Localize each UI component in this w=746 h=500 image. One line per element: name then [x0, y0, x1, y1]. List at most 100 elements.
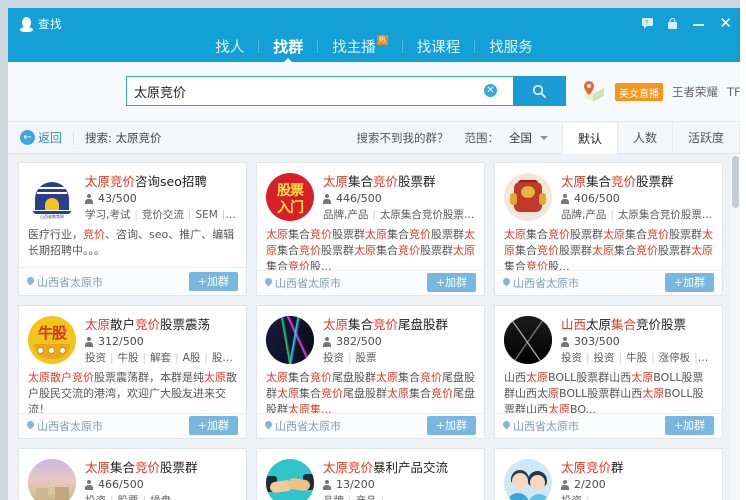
clear-search-icon[interactable]: ✕: [484, 84, 497, 97]
group-tag[interactable]: 产品: [356, 495, 377, 500]
group-avatar[interactable]: 牛股: [28, 316, 76, 364]
sort-tab-member-count[interactable]: 人数: [616, 122, 672, 153]
group-tag[interactable]: 品牌: [323, 495, 344, 500]
title-plain: 股票群: [398, 174, 436, 189]
group-title[interactable]: 山西太原集合竞价股票: [561, 317, 713, 332]
group-avatar[interactable]: [266, 316, 314, 364]
join-group-button[interactable]: +加群: [426, 273, 476, 293]
results-area[interactable]: 山西省教育网太原竞价咨询seo招聘43/500学习,考试|竞价交流|SEM|百度…: [8, 154, 740, 500]
group-avatar[interactable]: [28, 459, 76, 500]
group-tag[interactable]: 牛股: [626, 352, 647, 364]
group-title[interactable]: 太原集合竞价股票群: [85, 460, 237, 475]
join-group-button[interactable]: +加群: [188, 272, 238, 291]
group-result-card[interactable]: 股票入门太原集合竞价股票群446/500品牌,产品|太原集合竞价股票|太...太…: [256, 162, 485, 296]
group-tag[interactable]: ...: [388, 495, 398, 500]
searched-keyword-label: 搜索: 太原竞价: [85, 130, 162, 145]
group-tag[interactable]: 股民: [212, 352, 233, 364]
group-description: 太原集合竞价股票群太原集合竞价股票群太原集合竞价股票群太原集合竞价股票群太原集合…: [257, 223, 484, 270]
desc-segment: 股票群: [321, 244, 354, 257]
group-tag[interactable]: 太原集合竞价股票: [380, 209, 475, 221]
join-group-button[interactable]: +加群: [426, 416, 476, 436]
group-tag[interactable]: 投资: [561, 352, 582, 364]
search-button[interactable]: [513, 76, 566, 106]
lock-icon[interactable]: [667, 18, 678, 29]
group-tag[interactable]: 股票: [118, 495, 139, 500]
map-pin-icon[interactable]: [580, 80, 606, 104]
group-tag[interactable]: 操盘...: [150, 495, 181, 500]
group-title[interactable]: 太原集合竞价股票群: [561, 174, 713, 189]
group-title[interactable]: 太原集合竞价股票群: [323, 174, 475, 189]
close-button[interactable]: ✕: [719, 16, 732, 31]
desc-segment: 股...: [310, 260, 332, 270]
nav-tab-find-group[interactable]: 找群: [259, 36, 317, 62]
group-title[interactable]: 太原竞价群: [561, 460, 713, 475]
group-tag[interactable]: 解套: [150, 352, 171, 364]
join-group-button[interactable]: +加群: [664, 416, 714, 436]
nav-tab-find-people[interactable]: 找人: [201, 36, 258, 57]
back-button[interactable]: ← 返回: [20, 129, 62, 146]
sort-tab-default[interactable]: 默认: [561, 123, 617, 154]
sort-tab-activity[interactable]: 活跃度: [671, 122, 740, 153]
group-result-card[interactable]: 太原竞价群 2/200 投资 |...: [494, 448, 723, 500]
cannot-find-group-link[interactable]: 搜索不到我的群？: [356, 130, 448, 146]
group-tag[interactable]: 投资: [85, 495, 106, 500]
scrollbar-thumb[interactable]: [732, 156, 739, 208]
group-avatar[interactable]: 山西省教育网: [28, 173, 76, 221]
group-title[interactable]: 太原竞价暴利产品交流: [323, 460, 475, 475]
group-tag[interactable]: ...: [594, 495, 604, 500]
search-input-wrap: [126, 77, 514, 105]
group-result-card[interactable]: 山西省教育网太原竞价咨询seo招聘43/500学习,考试|竞价交流|SEM|百度…: [18, 162, 247, 296]
group-result-card[interactable]: 山西太原集合竞价股票303/500投资|投资|牛股|涨停板|解套...山西太原B…: [494, 305, 723, 439]
group-tag[interactable]: 牛股: [118, 352, 139, 364]
nav-tab-find-course[interactable]: 找课程: [403, 36, 475, 57]
group-tag[interactable]: SEM: [195, 209, 217, 221]
nav-tab-find-service[interactable]: 找服务: [475, 36, 547, 57]
nav-tab-find-anchor[interactable]: 找主播热: [318, 34, 402, 57]
group-tag[interactable]: 品牌,产品: [561, 209, 606, 221]
live-badge-link[interactable]: 美女直播: [615, 83, 663, 101]
group-tag[interactable]: 学习,考试: [85, 209, 130, 221]
results-scrollbar[interactable]: [731, 154, 740, 500]
feedback-icon[interactable]: ?: [642, 18, 654, 29]
title-highlight: 太原: [323, 174, 349, 189]
group-description: 太原集合竞价股票群太原集合竞价股票群太原集合竞价股票群太原集合竞价股票群太原集合…: [495, 223, 722, 270]
group-tag[interactable]: 投资: [323, 352, 344, 364]
desc-segment: 竞价: [409, 228, 431, 241]
group-title[interactable]: 太原竞价咨询seo招聘: [85, 174, 237, 189]
group-result-card[interactable]: 太原竞价暴利产品交流 13/200 品牌 | 产品 |...: [256, 448, 485, 500]
tag-separator: |: [586, 495, 590, 500]
range-value[interactable]: 全国: [509, 130, 532, 146]
location-pin-icon: [27, 277, 34, 287]
title-highlight: 竞价: [373, 174, 399, 189]
desc-segment: 股票震荡群，本群是纯: [94, 371, 204, 384]
member-count-label: 43/500: [98, 192, 137, 205]
group-result-card[interactable]: 太原集合竞价尾盘股群 382/500 投资 | 股票 太原集合竞价尾盘股群太原集合竞价尾盘…: [256, 305, 485, 439]
join-group-button[interactable]: +加群: [188, 416, 238, 436]
join-group-button[interactable]: +加群: [664, 273, 714, 293]
desc-segment: 集合: [625, 228, 647, 241]
group-tag[interactable]: 竞价交流: [142, 209, 184, 221]
group-avatar[interactable]: 股票 入门: [266, 173, 314, 221]
search-input[interactable]: [134, 77, 506, 105]
chevron-down-icon[interactable]: [539, 135, 548, 140]
group-result-card[interactable]: 太原集合竞价股票群466/500投资|股票|操盘...: [18, 448, 247, 500]
group-avatar[interactable]: [504, 173, 552, 221]
group-tag[interactable]: 投资: [85, 352, 106, 364]
group-tag[interactable]: 太原集合竞价股票: [618, 209, 713, 221]
group-title[interactable]: 太原集合竞价尾盘股群: [323, 317, 475, 332]
group-tag[interactable]: 股票: [356, 352, 377, 364]
group-result-card[interactable]: 太原集合竞价股票群406/500品牌,产品|太原集合竞价股票|太...太原集合竞…: [494, 162, 723, 296]
group-title[interactable]: 太原散户竞价股票震荡: [85, 317, 237, 332]
group-tag[interactable]: 投资: [594, 352, 615, 364]
group-avatar[interactable]: [504, 459, 552, 500]
group-tag[interactable]: 涨停板: [659, 352, 691, 364]
group-avatar[interactable]: [504, 316, 552, 364]
minimize-button[interactable]: [692, 17, 705, 30]
group-tag[interactable]: A股: [183, 352, 201, 364]
group-avatar[interactable]: [266, 459, 314, 500]
group-tag[interactable]: 品牌,产品: [323, 209, 368, 221]
sort-tab-label: 人数: [632, 131, 657, 145]
promo-link-wangzhe[interactable]: 王者荣耀: [672, 84, 718, 100]
group-result-card[interactable]: 牛股太原散户竞价股票震荡312/500投资|牛股|解套|A股|股民|...太原散…: [18, 305, 247, 439]
group-tag[interactable]: 投资: [561, 495, 582, 500]
